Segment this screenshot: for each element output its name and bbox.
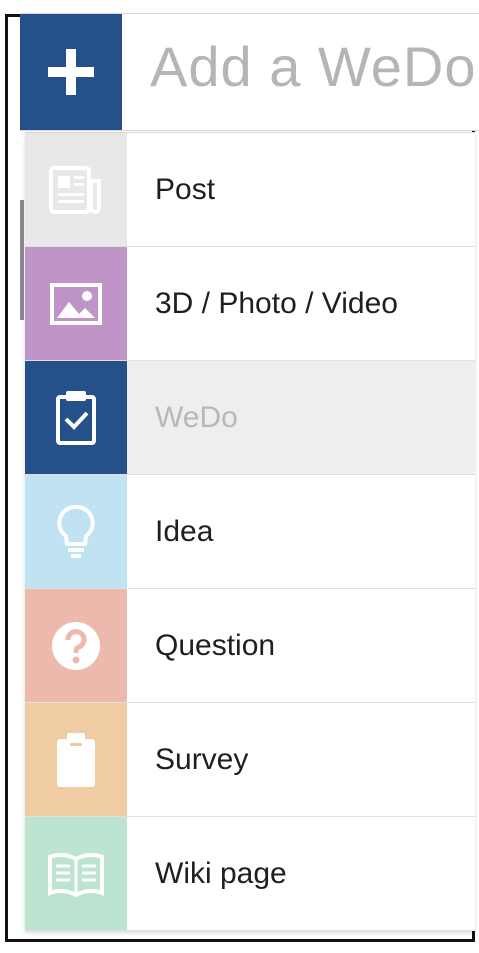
newspaper-icon [48,165,104,215]
menu-tile [25,247,127,360]
lightbulb-icon [56,504,96,560]
clipboard-icon [54,731,98,789]
plus-icon [46,47,96,97]
menu-item-wiki[interactable]: Wiki page [25,817,475,931]
menu-item-media[interactable]: 3D / Photo / Video [25,247,475,361]
menu-item-label: Question [155,628,276,662]
menu-tile [25,475,127,588]
menu-tile [25,361,127,474]
add-button[interactable] [20,14,122,130]
menu-tile [25,703,127,816]
menu-tile [25,133,127,246]
menu-item-question[interactable]: Question [25,589,475,703]
menu-tile [25,589,127,702]
menu-item-label: Wiki page [155,856,287,890]
menu-item-post[interactable]: Post [25,133,475,247]
menu-tile [25,817,127,930]
menu-item-wedo[interactable]: WeDo [25,361,475,475]
image-icon [49,282,103,326]
add-wedo-bar: Add a WeDo [20,13,479,131]
create-menu: Post 3D / Photo / Video WeDo Idea Questi… [25,132,475,931]
menu-item-label: Idea [155,514,214,548]
add-wedo-input[interactable]: Add a WeDo [150,34,476,99]
scrollbar[interactable] [20,200,24,320]
menu-item-label: 3D / Photo / Video [155,286,398,320]
menu-item-survey[interactable]: Survey [25,703,475,817]
question-circle-icon [50,620,102,672]
book-icon [47,851,105,897]
menu-item-label: Survey [155,742,249,776]
menu-item-idea[interactable]: Idea [25,475,475,589]
menu-item-label: WeDo [155,400,238,434]
menu-item-label: Post [155,172,216,206]
clipboard-check-icon [54,389,98,447]
